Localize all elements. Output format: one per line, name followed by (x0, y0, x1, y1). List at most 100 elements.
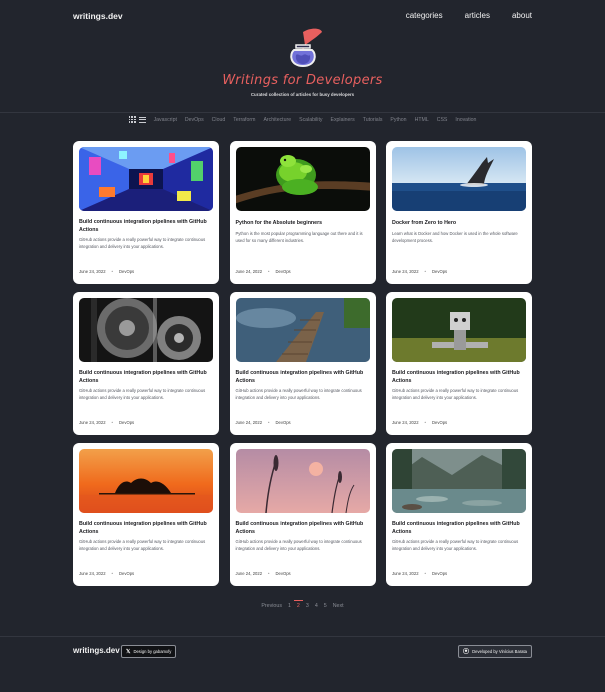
article-date: June 24, 2022 (235, 420, 263, 425)
nav-about[interactable]: about (512, 11, 532, 20)
article-title[interactable]: Build continuous integration pipelines w… (79, 521, 213, 536)
tag-tutorials[interactable]: Tutorials (363, 117, 383, 123)
grid-view-icon[interactable] (128, 116, 136, 123)
footer-divider (0, 636, 605, 637)
article-category[interactable]: DevOps (432, 420, 447, 425)
tag-python[interactable]: Python (390, 117, 406, 123)
article-thumbnail-whale-tail (392, 147, 526, 211)
article-meta: June 24, 2022 • DevOps (236, 420, 291, 425)
header-divider (0, 112, 605, 113)
article-date: June 24, 2022 (79, 420, 106, 425)
article-card[interactable]: Build continuous integration pipelines w… (386, 292, 532, 435)
pagination-page-3[interactable]: 3 (306, 603, 309, 609)
article-card[interactable]: Build continuous integration pipelines w… (73, 141, 219, 284)
article-card[interactable]: Build continuous integration pipelines w… (73, 443, 219, 586)
pagination-page-5[interactable]: 5 (324, 603, 327, 609)
article-thumbnail-pink-sunset-grass (235, 449, 370, 513)
pagination-previous[interactable]: Previous (261, 603, 282, 609)
footer-brand[interactable]: writings.dev (73, 646, 120, 655)
article-description: GitHub actions provide a really powerful… (79, 237, 206, 249)
article-card[interactable]: Build continuous integration pipelines w… (229, 443, 376, 586)
tag-html[interactable]: HTML (415, 117, 429, 123)
article-category[interactable]: DevOps (119, 420, 134, 425)
nav-categories[interactable]: categories (406, 11, 443, 20)
article-title[interactable]: Build continuous integration pipelines w… (392, 521, 526, 536)
article-title[interactable]: Build continuous integration pipelines w… (79, 219, 213, 234)
meta-separator: • (424, 269, 427, 274)
article-category[interactable]: DevOps (119, 571, 134, 576)
article-title[interactable]: Docker from Zero to Hero (392, 220, 526, 228)
design-credit-label: Design by gabamxfy (133, 649, 172, 654)
design-credit-badge[interactable]: 𝕏 Design by gabamxfy (121, 645, 177, 658)
article-thumbnail-colorful-corridor (79, 147, 213, 211)
meta-separator: • (111, 269, 114, 274)
article-category[interactable]: DevOps (119, 269, 134, 274)
article-date: June 24, 2022 (392, 571, 419, 576)
tag-devops[interactable]: DevOps (185, 117, 204, 123)
article-description: GitHub actions provide a really powerful… (235, 388, 362, 400)
article-meta: June 24, 2022 • DevOps (79, 571, 134, 576)
article-title[interactable]: Build continuous integration pipelines w… (236, 521, 370, 536)
article-title[interactable]: Python for the Absolute beginners (236, 220, 370, 228)
article-date: June 24, 2022 (235, 571, 263, 576)
article-meta: June 24, 2022 • DevOps (79, 420, 134, 425)
meta-separator: • (424, 571, 427, 576)
tag-cloud[interactable]: Cloud (212, 117, 226, 123)
article-meta: June 24, 2022 • DevOps (392, 420, 447, 425)
article-card[interactable]: Docker from Zero to Hero Learn what is D… (386, 141, 532, 284)
article-card[interactable]: Python for the Absolute beginners Python… (229, 141, 376, 284)
category-filter-bar: Javascript DevOps Cloud Terraform Archit… (0, 116, 605, 123)
article-thumbnail-robot (392, 298, 526, 362)
tag-terraform[interactable]: Terraform (233, 117, 255, 123)
article-title[interactable]: Build continuous integration pipelines w… (392, 370, 526, 385)
article-description: GitHub actions provide a really powerful… (79, 388, 206, 400)
pagination-next[interactable]: Next (333, 603, 344, 609)
tag-explainers[interactable]: Explainers (330, 117, 354, 123)
article-description: GitHub actions provide a really powerful… (392, 388, 519, 400)
article-date: June 24, 2022 (392, 269, 419, 274)
article-category[interactable]: DevOps (432, 269, 447, 274)
article-description: GitHub actions provide a really powerful… (235, 539, 362, 551)
brand-logo-link[interactable]: writings.dev (73, 11, 123, 21)
article-meta: June 24, 2022 • DevOps (79, 269, 134, 274)
pagination-page-2-current[interactable]: 2 (293, 600, 303, 609)
article-thumbnail-sunset-island (79, 449, 213, 513)
list-view-icon[interactable] (138, 116, 146, 123)
github-icon (463, 648, 470, 655)
article-date: June 24, 2022 (235, 269, 263, 274)
article-grid: Build continuous integration pipelines w… (73, 141, 532, 586)
article-category[interactable]: DevOps (276, 269, 291, 274)
article-thumbnail-gears (79, 298, 213, 362)
tag-javascript[interactable]: Javascript (154, 117, 177, 123)
main-nav: categories articles about (406, 11, 532, 20)
tag-inovation[interactable]: Inovation (455, 117, 476, 123)
article-description: GitHub actions provide a really powerful… (392, 539, 519, 551)
meta-separator: • (268, 269, 270, 274)
developer-credit-badge[interactable]: Developed by Vinícius Barata (458, 645, 532, 658)
article-category[interactable]: DevOps (276, 420, 291, 425)
pagination-page-4[interactable]: 4 (315, 603, 318, 609)
site-subtitle: Curated collection of articles for busy … (250, 92, 355, 97)
tag-scalability[interactable]: Scalability (299, 117, 322, 123)
article-category[interactable]: DevOps (276, 571, 291, 576)
ink-quill-icon (281, 26, 325, 70)
meta-separator: • (268, 571, 270, 576)
nav-articles[interactable]: articles (465, 11, 490, 20)
article-title[interactable]: Build continuous integration pipelines w… (79, 370, 213, 385)
pagination-page-1[interactable]: 1 (288, 603, 291, 609)
article-category[interactable]: DevOps (432, 571, 447, 576)
article-card[interactable]: Build continuous integration pipelines w… (386, 443, 532, 586)
article-description: Learn what is Docker and how Docker is u… (392, 231, 518, 243)
article-card[interactable]: Build continuous integration pipelines w… (229, 292, 376, 435)
article-thumbnail-green-python (235, 147, 370, 211)
article-date: June 24, 2022 (79, 269, 106, 274)
site-title: Writings for Developers (222, 73, 383, 88)
view-toggle (128, 116, 146, 123)
article-meta: June 24, 2022 • DevOps (236, 571, 291, 576)
tag-css[interactable]: CSS (437, 117, 448, 123)
article-title[interactable]: Build continuous integration pipelines w… (236, 370, 370, 385)
article-card[interactable]: Build continuous integration pipelines w… (73, 292, 219, 435)
pagination: Previous 1 2 3 4 5 Next (0, 600, 605, 609)
tag-architecture[interactable]: Architecture (263, 117, 291, 123)
article-meta: June 24, 2022 • DevOps (392, 571, 447, 576)
